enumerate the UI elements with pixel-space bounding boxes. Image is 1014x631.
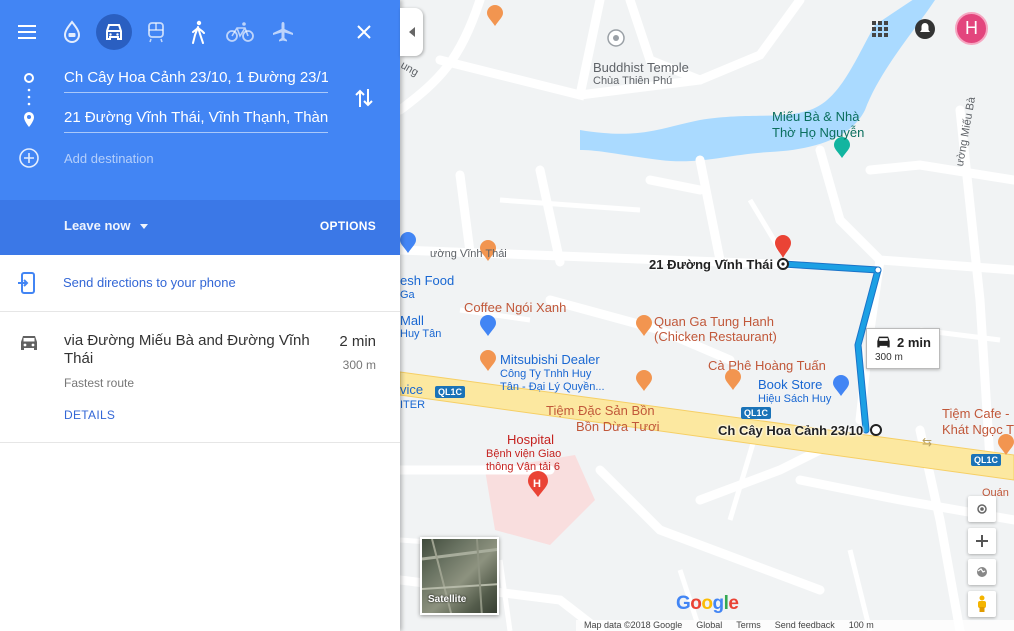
poi-khat-ngoc[interactable]: Khát Ngọc T (942, 422, 1014, 437)
poi-tiem-dac-san[interactable]: Tiệm Đặc Sản Bồn (546, 403, 655, 418)
leave-now-label: Leave now (64, 218, 131, 233)
route-via-text: via Đường Miếu Bà and Đường Vĩnh Thái (64, 332, 310, 367)
bubble-duration: 2 min (897, 335, 931, 350)
route-time-bubble[interactable]: 2 min 300 m (866, 328, 940, 369)
add-destination-input[interactable]: Add destination (64, 148, 328, 174)
poi-bon-dua-tuoi[interactable]: Bồn Dừa Tươi (576, 419, 660, 434)
details-link[interactable]: DETAILS (64, 408, 115, 422)
footer-terms-link[interactable]: Terms (736, 620, 761, 631)
google-logo: Google (676, 593, 739, 614)
menu-icon[interactable] (10, 14, 46, 50)
cycling-mode-icon[interactable] (222, 14, 258, 50)
satellite-label: Satellite (428, 594, 467, 605)
collapse-panel-button[interactable] (400, 8, 423, 56)
poi-tan-dai-ly[interactable]: Tân - Đại Lý Quyền... (500, 380, 605, 395)
send-to-phone-icon (18, 272, 35, 294)
map-scale[interactable]: 100 m (849, 620, 874, 631)
poi-thong-van-tai[interactable]: thông Vận tải 6 (486, 460, 560, 475)
poi-mieu-ba[interactable]: Miếu Bà & Nhà (772, 109, 859, 124)
apps-grid-icon[interactable] (870, 19, 890, 39)
svg-text:⇆: ⇆ (922, 435, 932, 449)
poi-iter[interactable]: ITER (400, 398, 425, 413)
best-travel-mode-icon[interactable] (54, 14, 90, 50)
driving-mode-icon[interactable] (96, 14, 132, 50)
poi-quan-ga-tung-hanh[interactable]: Quan Ga Tung Hanh (654, 314, 774, 329)
walking-mode-icon[interactable] (180, 14, 216, 50)
map-data-attribution: Map data ©2018 Google (584, 620, 683, 630)
poi-vice[interactable]: vice (400, 382, 423, 397)
highway-shield: QL1C (741, 407, 772, 419)
car-icon (21, 336, 37, 350)
start-location-input[interactable]: Ch Cây Hoa Cảnh 23/10, 1 Đường 23/10 (64, 67, 328, 93)
destination-map-label[interactable]: 21 Đường Vĩnh Thái (649, 257, 773, 272)
plus-icon (976, 535, 988, 547)
poi-hieu-sach-huy[interactable]: Hiệu Sách Huy (758, 392, 831, 407)
start-map-label[interactable]: Ch Cây Hoa Cảnh 23/10 (718, 423, 863, 438)
chevron-down-icon (140, 224, 149, 229)
route-waypoint-icons (19, 73, 39, 168)
account-avatar[interactable]: H (955, 12, 988, 45)
destination-input[interactable]: 21 Đường Vĩnh Thái, Vĩnh Thạnh, Thành (64, 107, 328, 133)
send-directions-row[interactable]: Send directions to your phone (0, 255, 400, 312)
my-location-button[interactable] (968, 496, 996, 522)
pegman-icon (978, 595, 986, 612)
poi-huy-tan[interactable]: Huy Tân (400, 327, 441, 342)
transit-mode-icon[interactable] (138, 14, 174, 50)
poi-chicken-restaurant[interactable]: (Chicken Restaurant) (654, 329, 777, 344)
road-label-vinh-thai: ường Vĩnh Thái (430, 248, 507, 260)
options-button[interactable]: OPTIONS (320, 219, 376, 233)
bubble-distance: 300 m (875, 352, 903, 363)
svg-text:H: H (533, 478, 541, 490)
poi-book-store[interactable]: Book Store (758, 377, 822, 392)
close-icon[interactable] (346, 14, 382, 50)
zoom-out-button[interactable] (968, 559, 996, 585)
route-option[interactable]: via Đường Miếu Bà and Đường Vĩnh Thái 2 … (0, 312, 400, 443)
pegman-street-view-button[interactable] (968, 591, 996, 617)
poi-hospital[interactable]: Hospital (507, 432, 554, 447)
swap-directions-icon[interactable] (346, 80, 382, 116)
satellite-layer-toggle[interactable]: Satellite (420, 537, 499, 615)
car-icon (877, 336, 890, 348)
poi-coffee-ngoi-xanh[interactable]: Coffee Ngói Xanh (464, 300, 566, 315)
poi-chua-thien-phu[interactable]: Chùa Thiên Phú (593, 74, 672, 89)
zoom-in-button[interactable] (968, 528, 996, 554)
poi-ca-phe-hoang-tuan[interactable]: Cà Phê Hoàng Tuấn (708, 358, 826, 373)
map-footer: Map data ©2018 Google Global Terms Send … (576, 620, 1014, 631)
send-directions-label: Send directions to your phone (63, 275, 236, 290)
leave-now-dropdown[interactable]: Leave now (64, 218, 149, 233)
footer-global-link[interactable]: Global (696, 620, 722, 631)
route-duration: 2 min (339, 333, 376, 350)
poi-fresh-food[interactable]: esh Food (400, 273, 454, 288)
poi-tiem-cafe[interactable]: Tiệm Cafe - (942, 406, 1009, 421)
poi-mitsubishi-dealer[interactable]: Mitsubishi Dealer (500, 352, 600, 367)
poi-tho-ho-nguyen[interactable]: Thờ Họ Nguyễn (772, 125, 864, 140)
highway-shield: QL1C (971, 454, 1002, 466)
notifications-icon[interactable] (913, 17, 937, 41)
route-subtitle: Fastest route (64, 376, 135, 390)
poi-buddhist-temple[interactable]: Buddhist Temple (593, 60, 689, 75)
route-distance: 300 m (342, 358, 376, 372)
location-target-icon (977, 504, 987, 514)
directions-header: Ch Cây Hoa Cảnh 23/10, 1 Đường 23/10 21 … (0, 0, 400, 200)
globe-icon (977, 567, 987, 577)
directions-panel: Ch Cây Hoa Cảnh 23/10, 1 Đường 23/10 21 … (0, 0, 400, 631)
poi-ga[interactable]: Ga (400, 288, 415, 303)
flights-mode-icon[interactable] (265, 14, 301, 50)
footer-feedback-link[interactable]: Send feedback (775, 620, 835, 631)
poi-mall[interactable]: Mall (400, 313, 424, 328)
highway-shield: QL1C (435, 386, 466, 398)
